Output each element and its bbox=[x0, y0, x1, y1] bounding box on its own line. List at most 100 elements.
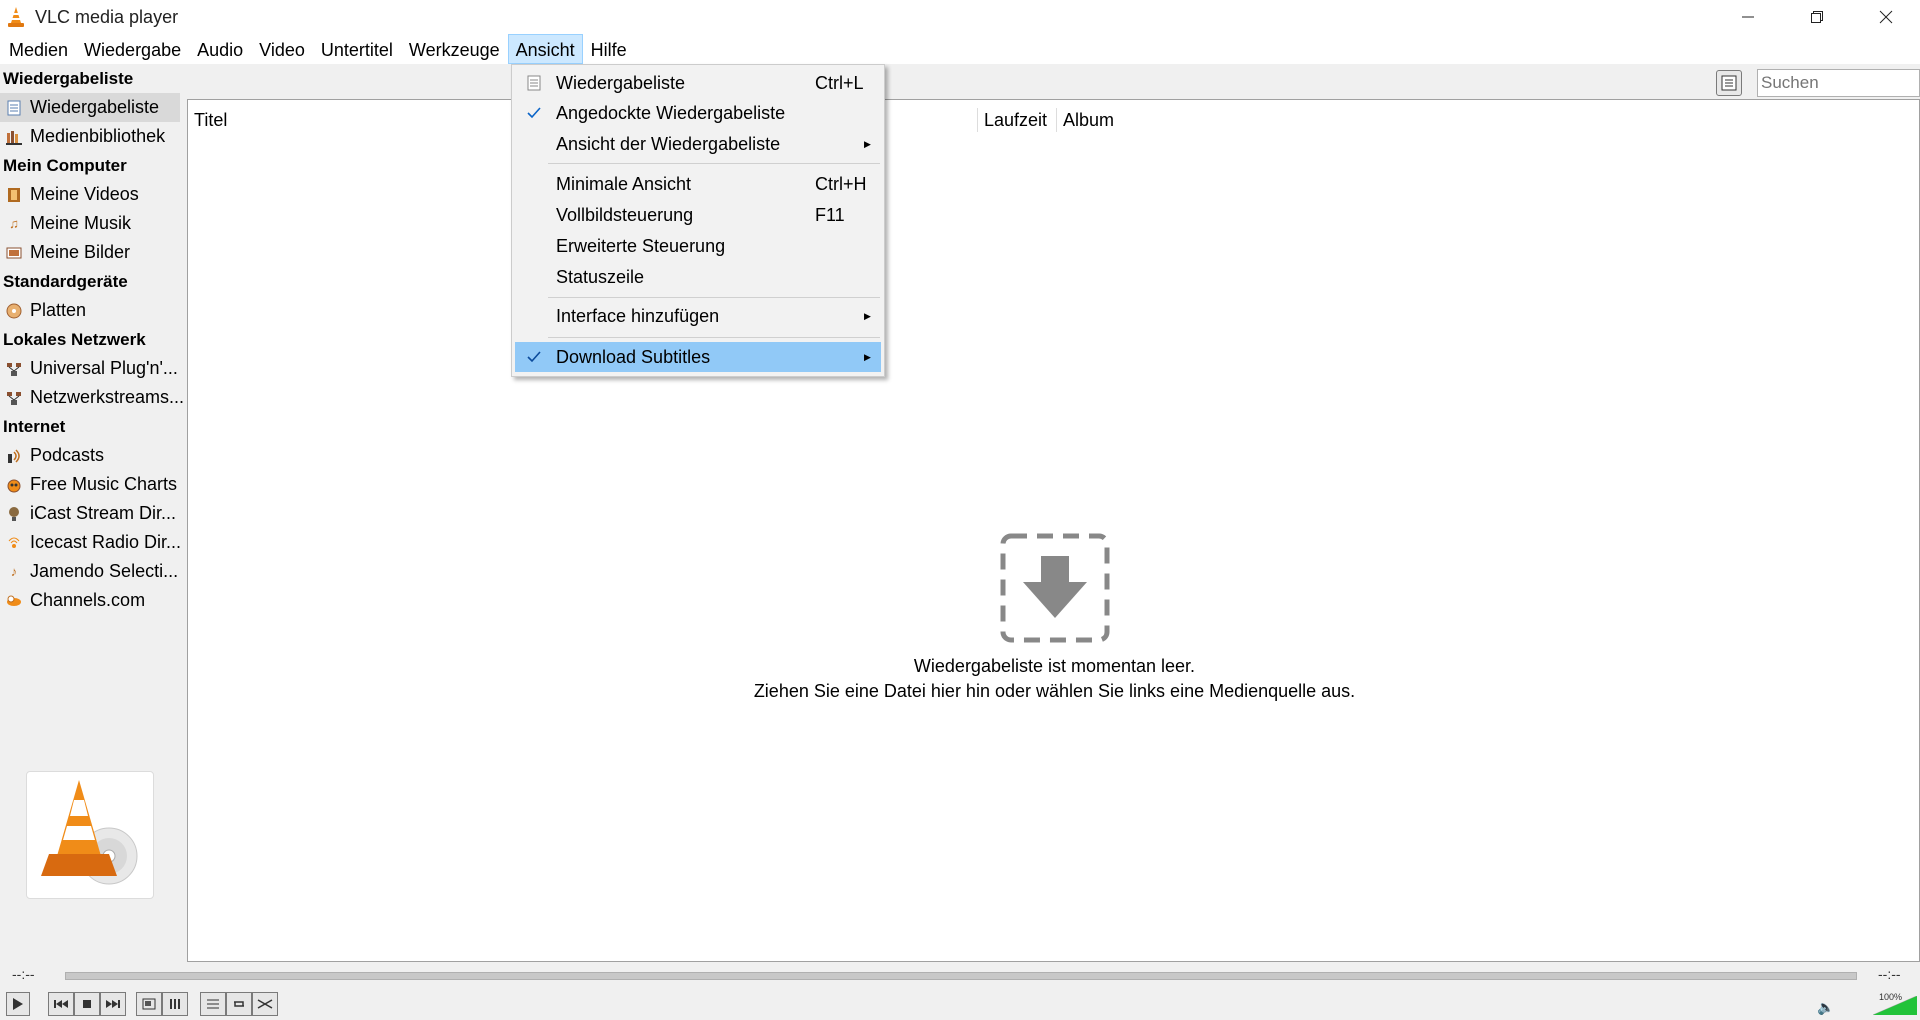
sidebar-item-platten[interactable]: Platten bbox=[0, 296, 185, 325]
sidebar-item-upnp[interactable]: Universal Plug'n'... bbox=[0, 354, 185, 383]
minimize-button[interactable] bbox=[1713, 0, 1782, 34]
sidebar-header-wiedergabeliste: Wiedergabeliste bbox=[3, 69, 134, 88]
menu-separator bbox=[548, 337, 880, 338]
play-icon bbox=[13, 998, 23, 1010]
shuffle-icon bbox=[257, 999, 273, 1009]
jamendo-icon: ♪ bbox=[10, 564, 18, 579]
list-icon bbox=[207, 999, 219, 1009]
next-icon bbox=[106, 1000, 120, 1008]
menu-item-wiedergabeliste[interactable]: Wiedergabeliste Ctrl+L bbox=[515, 68, 881, 98]
menu-item-minimale-ansicht[interactable]: Minimale Ansicht Ctrl+H bbox=[515, 169, 881, 199]
icast-icon bbox=[6, 506, 22, 522]
menu-wiedergabe[interactable]: Wiedergabe bbox=[76, 34, 189, 64]
stop-button[interactable] bbox=[74, 992, 100, 1016]
fullscreen-button[interactable] bbox=[136, 992, 162, 1016]
sidebar-item-medienbibliothek[interactable]: Medienbibliothek bbox=[0, 122, 185, 151]
loop-icon bbox=[234, 1001, 244, 1007]
restore-button[interactable] bbox=[1782, 0, 1851, 34]
restore-icon bbox=[1810, 11, 1823, 23]
sidebar-item-channels[interactable]: Channels.com bbox=[0, 586, 185, 615]
sidebar-item-icast[interactable]: iCast Stream Dir... bbox=[0, 499, 185, 528]
submenu-arrow-icon: ▶ bbox=[864, 351, 871, 362]
menu-audio[interactable]: Audio bbox=[189, 34, 251, 64]
menu-item-interface-hinzufuegen[interactable]: Interface hinzufügen ▶ bbox=[515, 301, 881, 331]
checkmark-icon bbox=[524, 103, 544, 123]
title-bar: VLC media player bbox=[0, 0, 1920, 34]
playlist-toggle-button[interactable] bbox=[200, 992, 226, 1016]
sidebar-header-lokales-netzwerk: Lokales Netzwerk bbox=[3, 330, 146, 349]
menu-item-angedockte-wiedergabeliste[interactable]: Angedockte Wiedergabeliste bbox=[515, 98, 881, 128]
drop-here-icon bbox=[1000, 533, 1110, 643]
sidebar-header-mein-computer: Mein Computer bbox=[3, 156, 127, 175]
previous-icon bbox=[54, 1000, 68, 1008]
loop-button[interactable] bbox=[226, 992, 252, 1016]
view-mode-button[interactable] bbox=[1716, 70, 1742, 96]
seek-slider[interactable] bbox=[65, 972, 1857, 980]
search-input[interactable] bbox=[1757, 69, 1920, 97]
close-icon bbox=[1879, 10, 1892, 24]
disc-icon bbox=[6, 303, 22, 319]
menu-video[interactable]: Video bbox=[251, 34, 313, 64]
menu-separator bbox=[548, 297, 880, 298]
menu-untertitel[interactable]: Untertitel bbox=[313, 34, 401, 64]
network-icon bbox=[6, 390, 22, 406]
sidebar-header-standardgeraete: Standardgeräte bbox=[3, 272, 128, 291]
menu-hilfe[interactable]: Hilfe bbox=[583, 34, 635, 64]
ansicht-menu: Wiedergabeliste Ctrl+L Angedockte Wieder… bbox=[511, 64, 885, 377]
music-note-icon: ♫ bbox=[9, 216, 19, 231]
sidebar-item-free-music-charts[interactable]: Free Music Charts bbox=[0, 470, 185, 499]
volume-slider[interactable] bbox=[1873, 996, 1917, 1015]
vlc-logo bbox=[26, 771, 154, 899]
close-button[interactable] bbox=[1851, 0, 1920, 34]
fullscreen-icon bbox=[142, 998, 156, 1010]
menu-werkzeuge[interactable]: Werkzeuge bbox=[401, 34, 508, 64]
vlc-cone-icon bbox=[5, 6, 27, 28]
column-header-album[interactable]: Album bbox=[1056, 108, 1256, 132]
sidebar: Wiedergabeliste Wiedergabeliste Medienbi… bbox=[0, 64, 185, 962]
playlist-icon bbox=[6, 100, 22, 116]
sidebar-item-icecast[interactable]: Icecast Radio Dir... bbox=[0, 528, 185, 557]
list-view-icon bbox=[1721, 75, 1737, 91]
film-icon bbox=[6, 187, 22, 203]
menu-item-ansicht-der-wiedergabeliste[interactable]: Ansicht der Wiedergabeliste ▶ bbox=[515, 129, 881, 159]
network-icon bbox=[6, 361, 22, 377]
menu-ansicht[interactable]: Ansicht bbox=[507, 34, 583, 64]
empty-playlist-message: Wiedergabeliste ist momentan leer. bbox=[913, 656, 1196, 676]
submenu-arrow-icon: ▶ bbox=[864, 138, 871, 149]
sidebar-item-meine-bilder[interactable]: Meine Bilder bbox=[0, 238, 185, 267]
speaker-icon[interactable]: 🔈 bbox=[1817, 999, 1834, 1016]
podcast-icon bbox=[6, 448, 22, 464]
menu-item-erweiterte-steuerung[interactable]: Erweiterte Steuerung bbox=[515, 231, 881, 261]
menu-separator bbox=[548, 163, 880, 164]
minimize-icon bbox=[1741, 16, 1754, 18]
playlist-panel[interactable]: Titel Laufzeit Album Wiedergabeliste ist… bbox=[187, 99, 1920, 962]
play-button[interactable] bbox=[6, 992, 30, 1016]
sidebar-item-podcasts[interactable]: Podcasts bbox=[0, 441, 185, 470]
sidebar-item-meine-videos[interactable]: Meine Videos bbox=[0, 180, 185, 209]
extended-settings-button[interactable] bbox=[162, 992, 188, 1016]
menu-item-download-subtitles[interactable]: Download Subtitles ▶ bbox=[515, 342, 881, 372]
window-title: VLC media player bbox=[35, 6, 179, 27]
column-header-laufzeit[interactable]: Laufzeit bbox=[977, 108, 1057, 132]
playlist-toolbar bbox=[188, 64, 1920, 99]
submenu-arrow-icon: ▶ bbox=[864, 310, 871, 321]
menu-item-vollbildsteuerung[interactable]: Vollbildsteuerung F11 bbox=[515, 200, 881, 230]
playlist-icon bbox=[524, 73, 544, 93]
elapsed-time: --:-- bbox=[12, 966, 35, 982]
menu-bar: Medien Wiedergabe Audio Video Untertitel… bbox=[0, 34, 1920, 64]
sidebar-item-meine-musik[interactable]: ♫ Meine Musik bbox=[0, 209, 185, 238]
sidebar-item-wiedergabeliste[interactable]: Wiedergabeliste bbox=[0, 93, 180, 122]
menu-item-statuszeile[interactable]: Statuszeile bbox=[515, 262, 881, 292]
radio-icon bbox=[6, 535, 22, 551]
charts-icon bbox=[6, 477, 22, 493]
sidebar-item-netzwerkstreams[interactable]: Netzwerkstreams... bbox=[0, 383, 185, 412]
previous-button[interactable] bbox=[48, 992, 74, 1016]
picture-icon bbox=[6, 245, 22, 261]
shuffle-button[interactable] bbox=[252, 992, 278, 1016]
remaining-time: --:-- bbox=[1878, 966, 1901, 982]
sidebar-item-jamendo[interactable]: ♪ Jamendo Selecti... bbox=[0, 557, 185, 586]
next-button[interactable] bbox=[100, 992, 126, 1016]
menu-medien[interactable]: Medien bbox=[1, 34, 76, 64]
sidebar-header-internet: Internet bbox=[3, 417, 66, 436]
player-controls: --:-- --:-- 🔈 100% bbox=[0, 962, 1920, 1020]
